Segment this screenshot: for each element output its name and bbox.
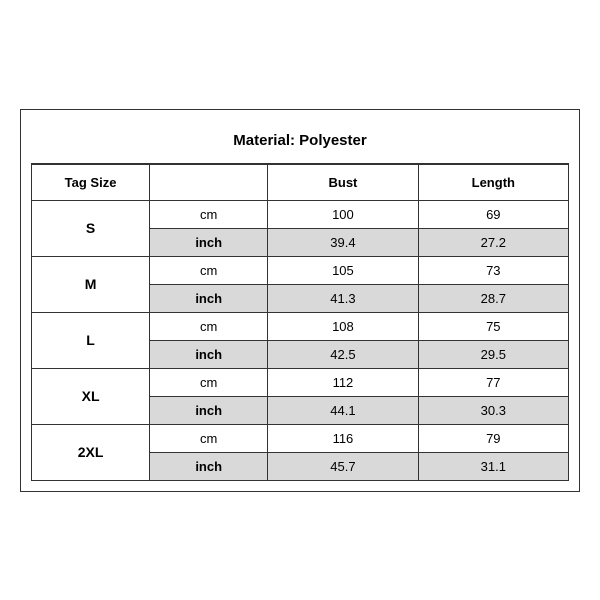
size-label: S <box>32 200 150 256</box>
length-cm-value: 79 <box>418 424 568 452</box>
table-row: Lcm10875 <box>32 312 569 340</box>
unit-cm: cm <box>150 200 268 228</box>
length-cm-value: 69 <box>418 200 568 228</box>
unit-cm: cm <box>150 368 268 396</box>
size-table: Tag Size Bust Length Scm10069inch39.427.… <box>31 164 569 481</box>
unit-inch: inch <box>150 284 268 312</box>
size-label: XL <box>32 368 150 424</box>
unit-cm: cm <box>150 312 268 340</box>
unit-inch: inch <box>150 452 268 480</box>
table-row: 2XLcm11679 <box>32 424 569 452</box>
bust-inch-value: 45.7 <box>268 452 418 480</box>
unit-inch: inch <box>150 340 268 368</box>
bust-inch-value: 42.5 <box>268 340 418 368</box>
length-inch-value: 31.1 <box>418 452 568 480</box>
unit-cm: cm <box>150 424 268 452</box>
size-label: L <box>32 312 150 368</box>
bust-inch-value: 41.3 <box>268 284 418 312</box>
bust-inch-value: 39.4 <box>268 228 418 256</box>
length-cm-value: 77 <box>418 368 568 396</box>
bust-inch-value: 44.1 <box>268 396 418 424</box>
unit-inch: inch <box>150 396 268 424</box>
header-unit <box>150 164 268 200</box>
chart-title: Material: Polyester <box>31 120 569 164</box>
length-inch-value: 29.5 <box>418 340 568 368</box>
bust-cm-value: 100 <box>268 200 418 228</box>
length-inch-value: 28.7 <box>418 284 568 312</box>
size-label: 2XL <box>32 424 150 480</box>
header-bust: Bust <box>268 164 418 200</box>
size-label: M <box>32 256 150 312</box>
bust-cm-value: 116 <box>268 424 418 452</box>
header-tag-size: Tag Size <box>32 164 150 200</box>
header-length: Length <box>418 164 568 200</box>
unit-inch: inch <box>150 228 268 256</box>
length-cm-value: 75 <box>418 312 568 340</box>
table-row: Scm10069 <box>32 200 569 228</box>
length-cm-value: 73 <box>418 256 568 284</box>
bust-cm-value: 112 <box>268 368 418 396</box>
table-row: Mcm10573 <box>32 256 569 284</box>
length-inch-value: 27.2 <box>418 228 568 256</box>
unit-cm: cm <box>150 256 268 284</box>
bust-cm-value: 105 <box>268 256 418 284</box>
table-row: XLcm11277 <box>32 368 569 396</box>
size-chart-container: Material: Polyester Tag Size Bust Length… <box>20 109 580 492</box>
length-inch-value: 30.3 <box>418 396 568 424</box>
bust-cm-value: 108 <box>268 312 418 340</box>
